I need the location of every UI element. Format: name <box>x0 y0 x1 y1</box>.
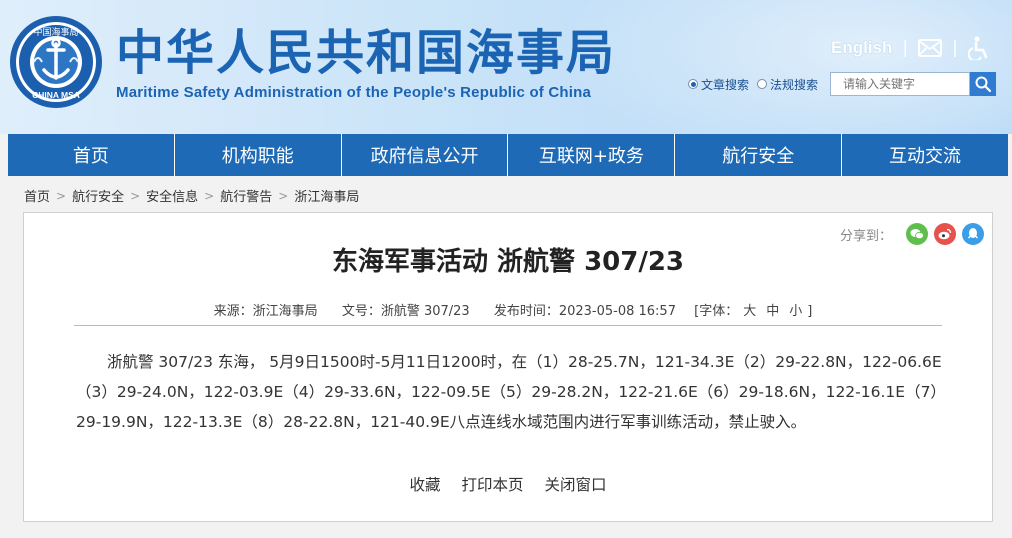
breadcrumb-separator: > <box>278 188 289 203</box>
breadcrumb-separator: > <box>130 188 141 203</box>
breadcrumb-separator: > <box>204 188 215 203</box>
mail-icon[interactable] <box>918 39 943 57</box>
breadcrumb-item-safety-info[interactable]: 安全信息 <box>146 186 198 205</box>
breadcrumb-separator: > <box>56 188 67 203</box>
radio-selected-icon <box>688 79 698 89</box>
close-window-button[interactable]: 关闭窗口 <box>544 476 606 494</box>
search-option-label: 法规搜索 <box>770 77 819 92</box>
article-source: 来源：浙江海事局 <box>213 304 318 319</box>
search-option-label: 文章搜索 <box>701 77 750 92</box>
article-body: 浙航警 307/23 东海， 5月9日1500时-5月11日1200时，在（1）… <box>76 353 946 431</box>
article-panel: 分享到： 东海军事活动 浙航警 307/23 来源：浙江海事局 文号：浙航警 3… <box>23 212 993 522</box>
nav-item-home[interactable]: 首页 <box>8 134 175 176</box>
site-header: 中国海事局 CHINA MSA 中华人民共和国海事局 Maritime Safe… <box>0 0 1012 134</box>
font-size-label: [字体： <box>694 304 739 319</box>
breadcrumb-item-nav-safety[interactable]: 航行安全 <box>72 186 124 205</box>
search-type-law[interactable]: 法规搜索 <box>757 76 818 93</box>
radio-icon <box>757 79 768 89</box>
search-icon <box>975 76 992 92</box>
search-input[interactable] <box>830 72 971 96</box>
accessibility-icon[interactable] <box>967 36 990 60</box>
nav-item-navigation-safety[interactable]: 航行安全 <box>675 134 843 176</box>
search-type-article[interactable]: 文章搜索 <box>688 76 749 93</box>
nav-item-functions[interactable]: 机构职能 <box>175 134 342 176</box>
nav-item-internet-gov[interactable]: 互联网+政务 <box>508 134 676 176</box>
nav-item-interaction[interactable]: 互动交流 <box>842 134 1008 176</box>
main-nav: 首页 机构职能 政府信息公开 互联网+政务 航行安全 互动交流 <box>8 134 1008 176</box>
article-doc-number: 文号：浙航警 307/23 <box>341 304 470 319</box>
english-link[interactable]: English <box>831 38 892 58</box>
font-size-close: ] <box>807 304 813 319</box>
article-actions: 收藏 打印本页 关闭窗口 <box>24 473 992 495</box>
site-title[interactable]: 中华人民共和国海事局 <box>116 25 616 81</box>
site-subtitle: Maritime Safety Administration of the Pe… <box>116 84 592 101</box>
breadcrumb-item-home[interactable]: 首页 <box>24 186 50 205</box>
nav-item-gov-info[interactable]: 政府信息公开 <box>342 134 509 176</box>
article-title: 东海军事活动 浙航警 307/23 <box>331 247 685 277</box>
article-meta: 来源：浙江海事局 文号：浙航警 307/23 发布时间：2023-05-08 1… <box>24 300 992 319</box>
font-size-medium[interactable]: 中 <box>766 304 779 319</box>
font-size-small[interactable]: 小 <box>789 304 802 319</box>
search-bar: 文章搜索 法规搜索 <box>688 72 997 96</box>
logo-top-text: 中国海事局 <box>33 26 78 38</box>
favorite-button[interactable]: 收藏 <box>410 476 441 494</box>
print-button[interactable]: 打印本页 <box>461 476 523 494</box>
separator: | <box>902 38 909 58</box>
top-links: English | | <box>831 36 990 60</box>
msa-logo-icon[interactable]: 中国海事局 CHINA MSA <box>8 14 104 110</box>
breadcrumb-item-nav-warning[interactable]: 航行警告 <box>220 186 272 205</box>
breadcrumb: 首页 > 航行安全 > 安全信息 > 航行警告 > 浙江海事局 <box>24 186 359 206</box>
logo-bottom-text: CHINA MSA <box>32 90 80 100</box>
divider <box>74 325 942 326</box>
separator: | <box>952 38 958 58</box>
breadcrumb-item-zhejiang[interactable]: 浙江海事局 <box>294 186 359 205</box>
article-publish-time: 发布时间：2023-05-08 16:57 <box>493 304 676 319</box>
font-size-large[interactable]: 大 <box>743 304 756 319</box>
search-button[interactable] <box>970 72 997 96</box>
